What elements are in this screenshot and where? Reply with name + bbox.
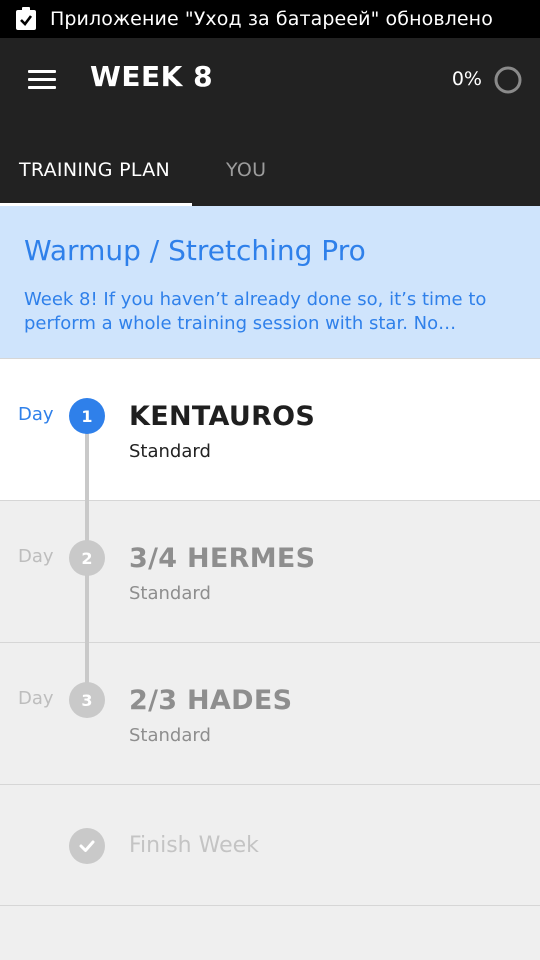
day-number-badge: 3 [69, 682, 105, 718]
notification-text: Приложение "Уход за батареей" обновлено [50, 8, 493, 30]
finish-week-row[interactable]: Finish Week [0, 784, 540, 906]
finish-week-label: Finish Week [129, 833, 259, 858]
program-description: Week 8! If you haven’t already done so, … [24, 289, 487, 334]
program-banner[interactable]: Warmup / Stretching Pro Week 8! If you h… [0, 206, 540, 358]
hamburger-menu-icon[interactable] [28, 70, 56, 90]
workout-type: Standard [129, 583, 211, 604]
progress-percentage: 0% [451, 68, 482, 90]
workout-type: Standard [129, 441, 211, 462]
day-number-badge: 1 [69, 398, 105, 434]
progress-ring-icon [494, 66, 522, 94]
workout-name: 2/3 HADES [129, 685, 293, 716]
day-label: Day [18, 404, 54, 425]
workout-type: Standard [129, 725, 211, 746]
program-title: Warmup / Stretching Pro [24, 234, 366, 267]
app-bar: WEEK 8 0% TRAINING PLAN YOU [0, 38, 540, 206]
tab-you[interactable]: YOU [226, 134, 266, 206]
day-label: Day [18, 546, 54, 567]
clipboard-check-icon [14, 7, 38, 31]
day-label: Day [18, 688, 54, 709]
tab-training-plan[interactable]: TRAINING PLAN [19, 134, 170, 206]
day-number-badge: 2 [69, 540, 105, 576]
workout-name: KENTAUROS [129, 401, 316, 432]
tab-bar: TRAINING PLAN YOU [0, 134, 540, 206]
workout-name: 3/4 HERMES [129, 543, 316, 574]
page-title: WEEK 8 [90, 60, 214, 93]
status-bar: Приложение "Уход за батареей" обновлено [0, 0, 540, 38]
check-icon [69, 828, 105, 864]
